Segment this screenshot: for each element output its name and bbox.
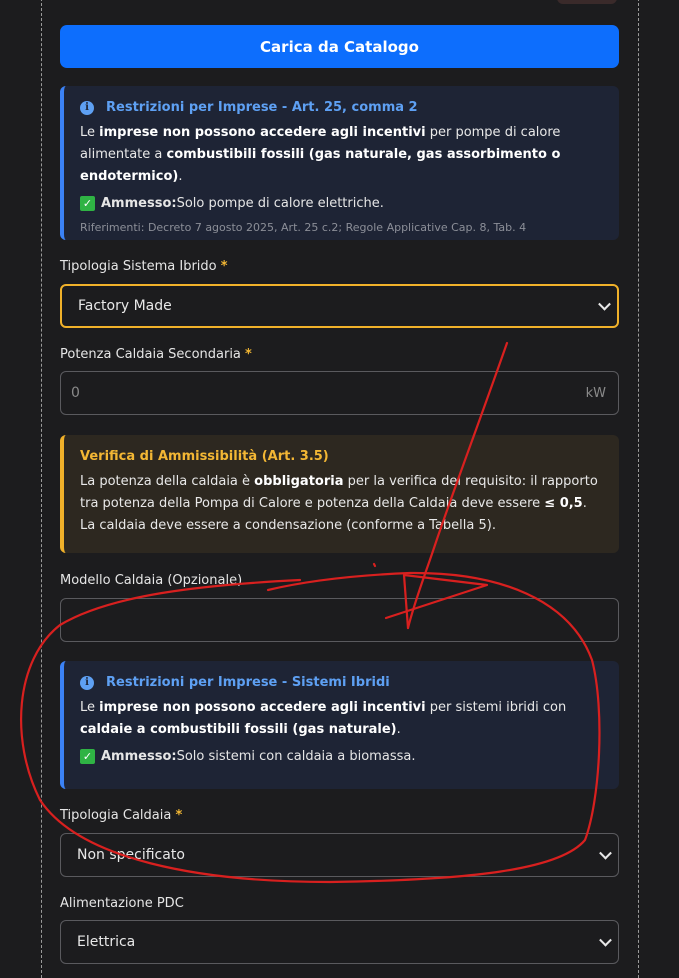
alert-title: i Restrizioni per Imprese - Art. 25, com… bbox=[80, 100, 603, 115]
check-icon: ✓ bbox=[80, 196, 95, 211]
boiler-type-label: Tipologia Caldaia * bbox=[60, 808, 182, 823]
business-restrictions-alert: i Restrizioni per Imprese - Art. 25, com… bbox=[60, 86, 619, 240]
allowed-line: ✓ Ammesso: Solo sistemi con caldaia a bi… bbox=[80, 749, 603, 764]
text-strong: imprese non possono accedere agli incent… bbox=[99, 125, 426, 140]
allowed-line: ✓ Ammesso: Solo pompe di calore elettric… bbox=[80, 196, 603, 211]
allowed-text: Solo sistemi con caldaia a biomassa. bbox=[176, 749, 416, 764]
label-text: Alimentazione PDC bbox=[60, 896, 184, 911]
boiler-power-label: Potenza Caldaia Secondaria * bbox=[60, 347, 252, 362]
top-chip bbox=[557, 0, 617, 4]
boiler-power-input[interactable]: 0 kW bbox=[60, 371, 619, 415]
label-text: Tipologia Sistema Ibrido bbox=[60, 259, 217, 274]
load-catalog-button[interactable]: Carica da Catalogo bbox=[60, 25, 619, 68]
allowed-text: Solo pompe di calore elettriche. bbox=[176, 196, 384, 211]
boiler-type-select[interactable]: Non specificato bbox=[60, 833, 619, 877]
allowed-label: Ammesso: bbox=[101, 196, 177, 211]
hybrid-type-select[interactable]: Factory Made bbox=[60, 284, 619, 328]
allowed-label: Ammesso: bbox=[101, 749, 177, 764]
warning-body: La potenza della caldaia è obbligatoria … bbox=[80, 471, 603, 537]
label-text: Tipologia Caldaia bbox=[60, 808, 172, 823]
select-value: Elettrica bbox=[77, 934, 136, 950]
text-strong: ≤ 0,5 bbox=[544, 496, 583, 511]
unit-label: kW bbox=[585, 385, 606, 401]
chevron-down-icon bbox=[598, 297, 611, 311]
text: per sistemi ibridi con bbox=[425, 700, 567, 715]
text-strong: obbligatoria bbox=[254, 474, 344, 489]
label-text: Modello Caldaia (Opzionale) bbox=[60, 573, 243, 588]
required-mark: * bbox=[175, 808, 183, 823]
eligibility-warning: Verifica di Ammissibilità (Art. 3.5) La … bbox=[60, 435, 619, 553]
pdc-power-label: Alimentazione PDC bbox=[60, 896, 184, 911]
input-value: 0 bbox=[71, 385, 80, 401]
text: Le bbox=[80, 125, 100, 140]
references: Riferimenti: Decreto 7 agosto 2025, Art.… bbox=[80, 221, 527, 234]
hybrid-type-label: Tipologia Sistema Ibrido * bbox=[60, 259, 228, 274]
select-value: Factory Made bbox=[78, 298, 172, 314]
text: Le bbox=[80, 700, 100, 715]
alert-title-text: Restrizioni per Imprese - Sistemi Ibridi bbox=[106, 675, 390, 690]
text: La potenza della caldaia è bbox=[80, 474, 255, 489]
alert-body: Le imprese non possono accedere agli inc… bbox=[80, 122, 603, 188]
text-strong: imprese non possono accedere agli incent… bbox=[99, 700, 426, 715]
warning-title-text: Verifica di Ammissibilità (Art. 3.5) bbox=[80, 449, 329, 464]
chevron-down-icon bbox=[599, 933, 612, 947]
text-strong: caldaie a combustibili fossili (gas natu… bbox=[80, 722, 397, 737]
alert-body: Le imprese non possono accedere agli inc… bbox=[80, 697, 603, 741]
label-text: Potenza Caldaia Secondaria bbox=[60, 347, 241, 362]
check-icon: ✓ bbox=[80, 749, 95, 764]
text: . bbox=[396, 722, 401, 737]
info-icon: i bbox=[80, 675, 94, 690]
alert-title: i Restrizioni per Imprese - Sistemi Ibri… bbox=[80, 675, 603, 690]
alert-title-text: Restrizioni per Imprese - Art. 25, comma… bbox=[106, 100, 418, 115]
select-value: Non specificato bbox=[77, 847, 185, 863]
warning-title: Verifica di Ammissibilità (Art. 3.5) bbox=[80, 449, 603, 464]
boiler-model-input[interactable] bbox=[60, 598, 619, 642]
hybrid-restrictions-alert: i Restrizioni per Imprese - Sistemi Ibri… bbox=[60, 661, 619, 789]
text: . bbox=[178, 169, 183, 184]
required-mark: * bbox=[220, 259, 228, 274]
boiler-model-label: Modello Caldaia (Opzionale) bbox=[60, 573, 242, 588]
chevron-down-icon bbox=[599, 846, 612, 860]
pdc-power-select[interactable]: Elettrica bbox=[60, 920, 619, 964]
required-mark: * bbox=[245, 347, 252, 362]
info-icon: i bbox=[80, 100, 94, 115]
